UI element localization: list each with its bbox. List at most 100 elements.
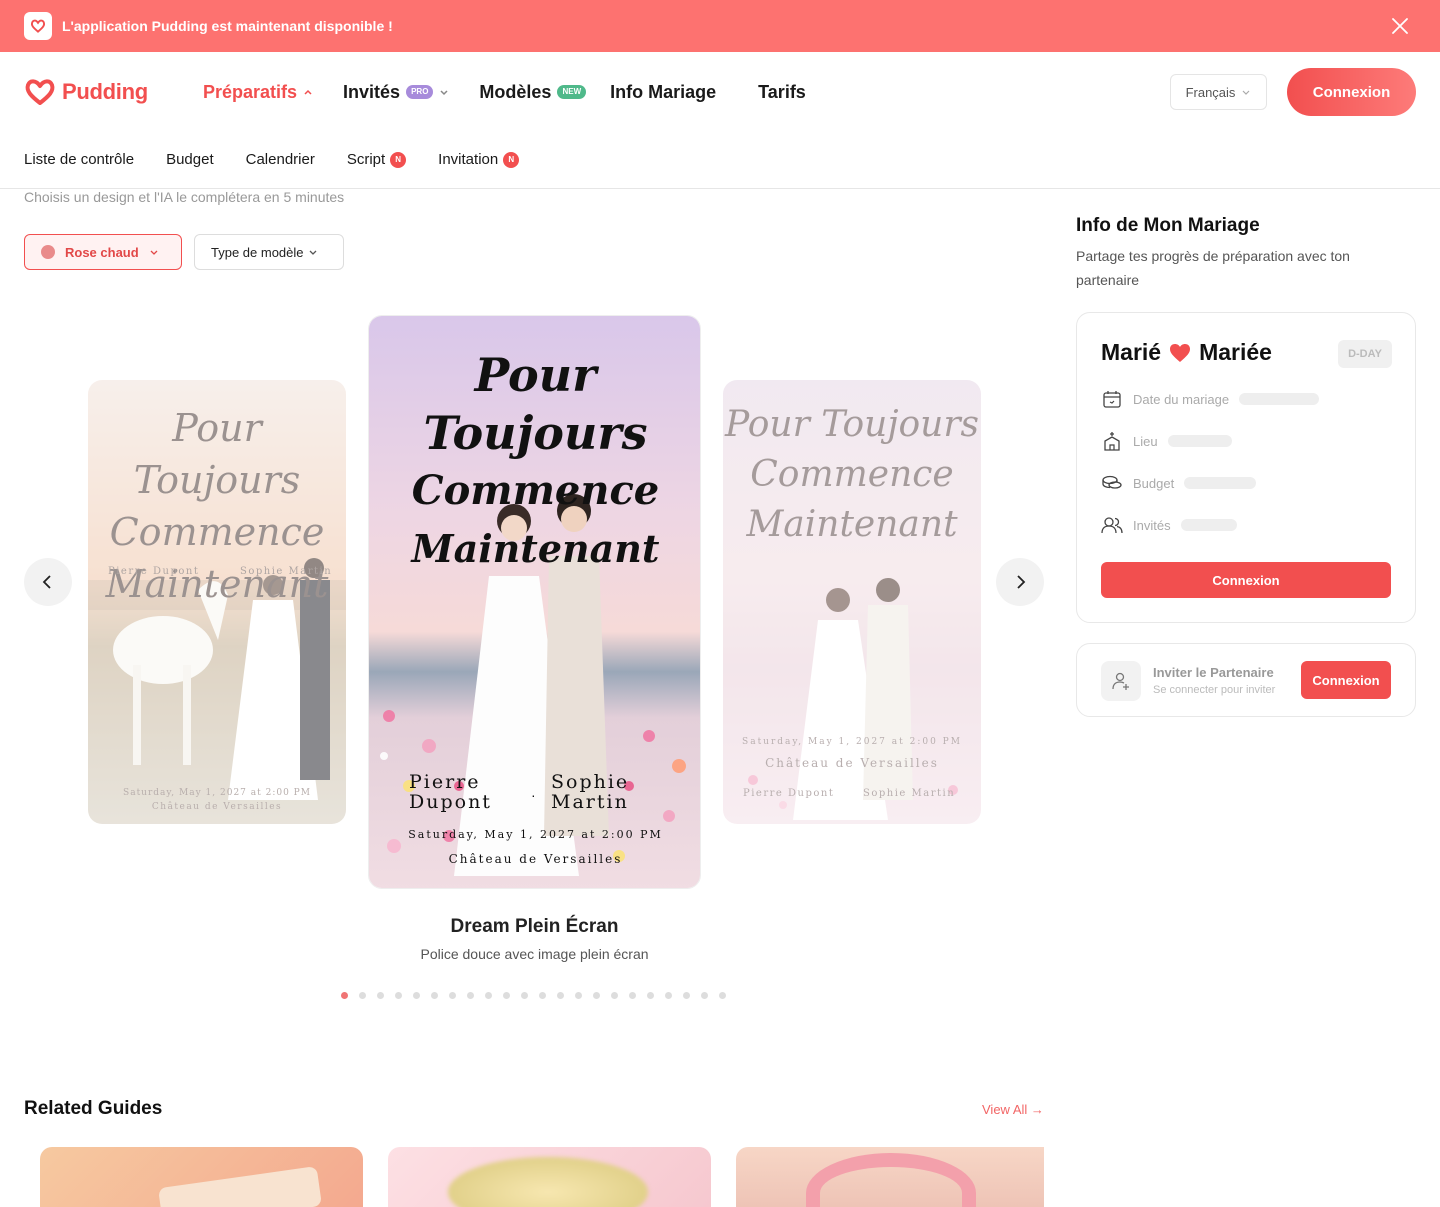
color-filter[interactable]: Rose chaud [24,234,182,270]
info-row-guests: Invités [1101,515,1237,535]
groom-first: Pierre [409,771,481,793]
carousel-dot[interactable] [413,992,420,999]
calendar-icon [1103,391,1121,408]
add-user-icon [1101,661,1141,701]
guide-card[interactable] [388,1147,711,1207]
bride-label: Mariée [1199,339,1272,365]
carousel-dot[interactable] [521,992,528,999]
event-date: Saturday, May 1, 2027 at 2:00 PM [742,737,962,747]
subnav-label: Calendrier [245,151,315,168]
script-line: Commence [411,467,660,514]
template-card-center[interactable]: Pour Toujours Commence Maintenant Pierre… [368,315,701,889]
banner-text: L'application Pudding est maintenant dis… [62,18,393,34]
carousel-dot[interactable] [503,992,510,999]
carousel-dot[interactable] [449,992,456,999]
script-line: Maintenant [411,526,660,571]
new-badge: NEW [557,85,587,99]
invite-partner-card: Inviter le Partenaire Se connecter pour … [1076,643,1416,717]
subnav-budget[interactable]: Budget [166,151,214,168]
info-label: Invités [1133,517,1171,533]
sidebar-title: Info de Mon Mariage [1076,215,1260,236]
page-subtitle: Choisis un design et l'IA le complétera … [24,189,345,205]
carousel-dot[interactable] [647,992,654,999]
nav-invites[interactable]: Invités PRO [343,82,449,103]
carousel-dot[interactable] [719,992,726,999]
carousel-dot[interactable] [395,992,402,999]
event-date: Saturday, May 1, 2027 at 2:00 PM [123,788,311,798]
chevron-left-icon [42,575,51,589]
subnav-calendar[interactable]: Calendrier [246,151,315,168]
language-select[interactable]: Français [1170,74,1267,110]
guide-card[interactable] [736,1147,1044,1207]
top-header: Pudding Préparatifs Invités PRO Modèles … [0,52,1440,132]
bride-first: Sophie [551,771,630,793]
carousel-dot[interactable] [575,992,582,999]
carousel-dot[interactable] [683,992,690,999]
guide-thumbnail [806,1153,976,1207]
view-all-link[interactable]: View All → [982,1102,1044,1117]
nav-modeles[interactable]: Modèles NEW [479,82,587,103]
carousel-dot[interactable] [485,992,492,999]
script-line: Pour Toujours [724,404,980,445]
bride-last: Martin [551,791,629,813]
skeleton-placeholder [1180,519,1237,531]
subnav-invitation[interactable]: Invitation N [438,151,520,168]
subnav-label: Script [346,151,386,168]
template-card-left[interactable]: Pour Toujours Commence Maintenant Pierre… [88,380,346,824]
carousel-next-button[interactable] [996,558,1044,606]
carousel-dot[interactable] [629,992,636,999]
new-badge: N [503,151,520,168]
subnav-label: Liste de contrôle [24,151,135,168]
carousel-dot[interactable] [341,992,348,999]
script-line: Toujours [423,406,648,460]
chevron-up-icon [304,89,312,95]
chevron-down-icon [440,90,448,96]
nav-preparatifs[interactable]: Préparatifs [203,82,313,103]
script-line: Commence [109,510,325,554]
info-row-date: Date du mariage [1101,389,1320,409]
carousel-dot[interactable] [377,992,384,999]
logo-text: Pudding [62,79,148,104]
heart-logo-icon [25,79,55,105]
sidebar-login-button[interactable]: Connexion [1101,562,1391,598]
nav-label: Tarifs [758,81,806,102]
invite-subtitle: Se connecter pour inviter [1153,684,1276,696]
skeleton-placeholder [1167,435,1232,447]
skeleton-placeholder [1184,477,1257,489]
invite-login-button[interactable]: Connexion [1301,661,1391,699]
carousel-dot[interactable] [701,992,708,999]
info-label: Lieu [1133,433,1158,449]
template-type-filter[interactable]: Type de modèle [194,234,344,270]
script-line: Commence [750,454,954,495]
carousel-prev-button[interactable] [24,558,72,606]
carousel-dot[interactable] [557,992,564,999]
carousel-dot[interactable] [539,992,546,999]
new-badge: N [390,151,407,168]
subnav-label: Budget [166,151,214,168]
carousel-dot[interactable] [593,992,600,999]
sub-nav: Liste de contrôle Budget Calendrier Scri… [0,132,1440,189]
name-separator: · [531,787,536,803]
script-title: Pour Toujours Commence Maintenant [723,400,981,550]
color-swatch [41,245,55,259]
carousel-dot[interactable] [467,992,474,999]
nav-info-mariage[interactable]: Info Mariage [610,82,716,103]
filter-label: Type de modèle [211,244,304,260]
nav-tarifs[interactable]: Tarifs [758,82,806,103]
login-button[interactable]: Connexion [1287,68,1416,116]
carousel-dot[interactable] [359,992,366,999]
subnav-script[interactable]: Script N [346,151,407,168]
subnav-checklist[interactable]: Liste de contrôle [24,151,134,168]
carousel-dot[interactable] [611,992,618,999]
carousel-dot[interactable] [665,992,672,999]
script-line: Pour Toujours [133,406,301,502]
close-icon[interactable] [1388,14,1412,38]
info-label: Date du mariage [1133,391,1230,407]
template-card-right[interactable]: Pour Toujours Commence Maintenant Saturd… [723,380,981,824]
chevron-right-icon [1017,575,1026,589]
bride-name: Sophie Martin [240,566,333,577]
guide-card[interactable] [40,1147,363,1207]
carousel-dot[interactable] [431,992,438,999]
bride-name: Sophie Martin [551,772,629,812]
logo[interactable]: Pudding [24,78,148,106]
